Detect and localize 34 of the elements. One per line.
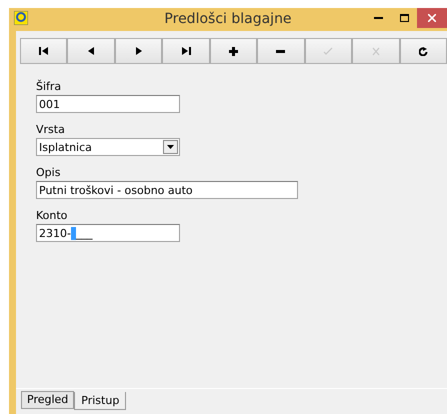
- toolbar-button[interactable]: [20, 38, 68, 64]
- dropdown[interactable]: Isplatnica: [36, 138, 180, 156]
- cross-icon: [372, 46, 380, 56]
- close-icon: [428, 14, 436, 22]
- minus-icon: [276, 50, 286, 52]
- text-cursor: [70, 226, 76, 240]
- last-record-icon: [182, 47, 191, 55]
- checkmark-icon: [323, 47, 334, 55]
- dropdown-value: Isplatnica: [38, 140, 93, 154]
- input-field[interactable]: Putni troškovi - osobno auto: [36, 181, 298, 199]
- caret-icon: [167, 145, 174, 149]
- toolbar-button[interactable]: [210, 38, 258, 64]
- window-title: Predlošci blagajne: [164, 11, 292, 27]
- maximize-icon[interactable]: [400, 14, 408, 22]
- toolbar-button[interactable]: [162, 38, 210, 64]
- tab[interactable]: Pristup: [74, 392, 126, 410]
- field-label: Vrsta: [36, 123, 66, 136]
- toolbar-button[interactable]: [400, 38, 447, 64]
- field-label: Konto: [36, 209, 68, 222]
- next-icon: [136, 47, 142, 55]
- app-logo-icon: [14, 11, 28, 25]
- minimize-icon[interactable]: [374, 17, 382, 19]
- field-label: Opis: [36, 166, 62, 179]
- field-label: Šifra: [36, 80, 62, 93]
- plus-icon: [228, 46, 238, 56]
- input-field[interactable]: 2310- ___: [36, 224, 180, 242]
- close-button[interactable]: [417, 8, 447, 28]
- dropdown-button[interactable]: [163, 140, 178, 154]
- previous-icon: [88, 47, 94, 55]
- refresh-icon: [418, 46, 428, 56]
- input-field[interactable]: 001: [36, 95, 180, 113]
- tab[interactable]: Pregled: [21, 391, 74, 409]
- toolbar-button[interactable]: [257, 38, 305, 64]
- first-record-icon: [39, 47, 48, 55]
